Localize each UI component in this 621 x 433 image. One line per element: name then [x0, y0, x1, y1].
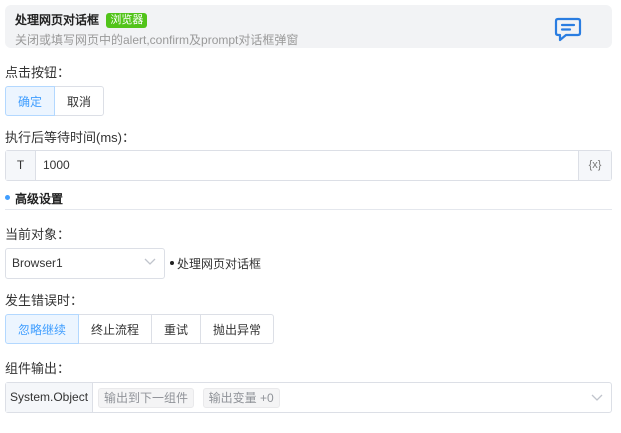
output-label: 组件输出： — [5, 361, 71, 376]
type-prefix: T — [6, 151, 36, 180]
current-object-target-text: 处理网页对话框 — [177, 257, 262, 271]
wait-time-label: 执行后等待时间(ms)： — [5, 130, 135, 145]
bullet-icon — [170, 261, 174, 265]
chat-icon — [554, 17, 582, 42]
chevron-down-icon — [144, 258, 156, 265]
chevron-down-icon — [591, 394, 603, 401]
component-description: 关闭或填写网页中的alert,confirm及prompt对话框弹窗 — [15, 33, 299, 47]
throw-exception-button[interactable]: 抛出异常 — [200, 314, 275, 344]
current-object-select[interactable]: Browser1 — [5, 248, 165, 279]
on-error-label: 发生错误时： — [5, 293, 84, 308]
component-header: 处理网页对话框 浏览器 关闭或填写网页中的alert,confirm及promp… — [5, 5, 612, 48]
category-tag: 浏览器 — [106, 13, 148, 28]
click-button-label: 点击按钮： — [5, 65, 71, 80]
wait-time-field: T 1000 {x} — [5, 150, 612, 181]
on-error-button-group: 忽略继续 终止流程 重试 抛出异常 — [5, 314, 275, 344]
component-title: 处理网页对话框 浏览器 — [15, 11, 148, 28]
wait-time-input[interactable]: 1000 — [36, 151, 578, 180]
current-object-label: 当前对象： — [5, 227, 71, 242]
stop-flow-button[interactable]: 终止流程 — [78, 314, 153, 344]
output-chips: 输出到下一组件 输出变量 +0 — [93, 383, 280, 412]
advanced-settings-title: 高级设置 — [15, 192, 64, 206]
variable-button[interactable]: {x} — [578, 151, 611, 180]
output-type: System.Object — [6, 383, 94, 412]
cancel-option-button[interactable]: 取消 — [54, 86, 105, 116]
click-button-group: 确定 取消 — [5, 86, 105, 116]
current-object-value: Browser1 — [12, 256, 63, 270]
ignore-continue-button[interactable]: 忽略继续 — [5, 314, 80, 344]
output-select[interactable]: System.Object 输出到下一组件 输出变量 +0 — [5, 382, 612, 413]
current-object-target: 处理网页对话框 — [170, 255, 261, 272]
section-bullet-icon — [5, 195, 10, 200]
retry-button[interactable]: 重试 — [151, 314, 202, 344]
advanced-settings-section: 高级设置 — [5, 190, 612, 210]
output-variable-chip: 输出变量 +0 — [202, 388, 280, 408]
output-next-chip: 输出到下一组件 — [98, 388, 195, 408]
confirm-option-button[interactable]: 确定 — [5, 86, 56, 116]
component-title-text: 处理网页对话框 — [15, 13, 100, 27]
